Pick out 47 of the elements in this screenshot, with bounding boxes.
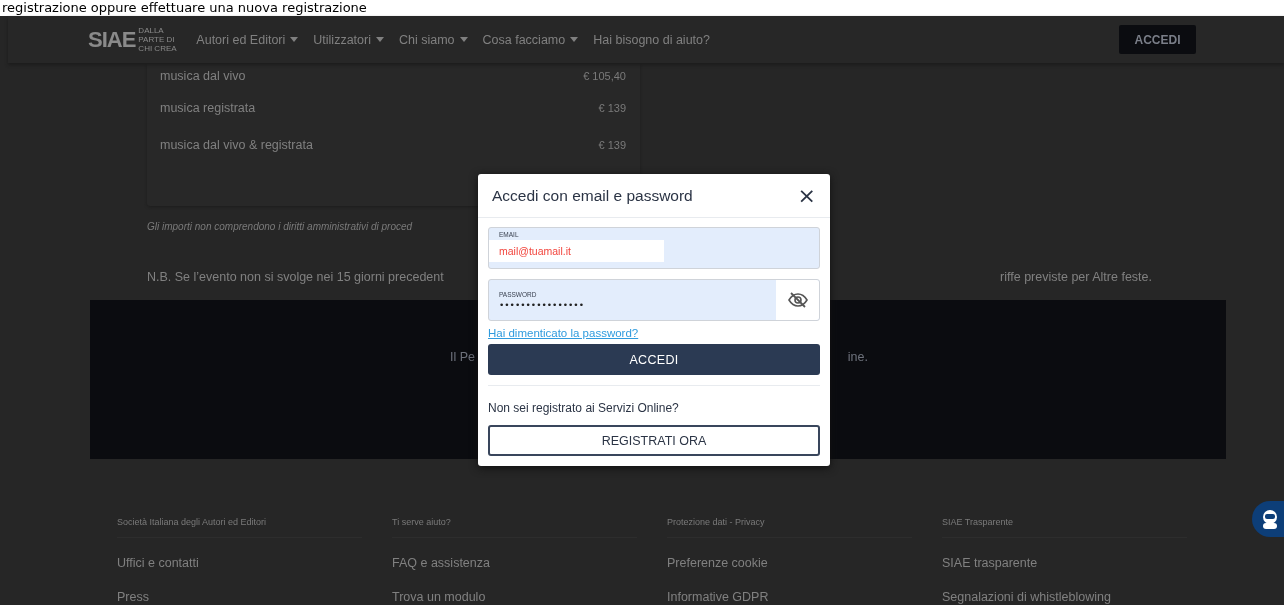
eye-slash-icon: [787, 292, 808, 308]
footer-link[interactable]: Uffici e contatti: [117, 556, 362, 570]
banner-text: Il Pe: [450, 350, 475, 364]
nav-link[interactable]: Hai bisogno di aiuto?: [593, 32, 710, 47]
nav-link[interactable]: Chi siamo: [398, 32, 468, 47]
footer-heading: Ti serve aiuto?: [392, 517, 637, 538]
close-button[interactable]: ×: [797, 184, 816, 207]
footer-link[interactable]: Informative GDPR: [667, 590, 912, 604]
robot-icon[interactable]: [1252, 501, 1284, 537]
caret-icon: [375, 37, 384, 42]
caret-icon: [459, 37, 468, 42]
nav-link[interactable]: Autori ed Editori: [196, 32, 299, 47]
caret-icon: [570, 37, 579, 42]
logo-text: SIAE: [88, 28, 136, 51]
footer-link[interactable]: FAQ e assistenza: [392, 556, 637, 570]
footer-link[interactable]: Preferenze cookie: [667, 556, 912, 570]
tariff-price: € 139: [598, 138, 626, 151]
login-button[interactable]: ACCEDI: [1119, 25, 1196, 54]
nav-link[interactable]: Utilizzatori: [313, 32, 384, 47]
footer-link[interactable]: SIAE trasparente: [942, 556, 1187, 570]
nav-link[interactable]: Cosa facciamo: [482, 32, 579, 47]
tariff-price: € 105,40: [583, 70, 626, 82]
caret-icon: [290, 37, 299, 42]
tariff-label: musica registrata: [160, 100, 256, 115]
dialog-title: Accedi con email e password: [492, 186, 693, 205]
logo-tagline: DALLA PARTE DI CHI CREA: [138, 26, 178, 53]
password-value: ••••••••••••••••: [498, 300, 585, 312]
footer-link[interactable]: Press: [117, 590, 362, 604]
email-value: mail@tuamail.it: [489, 240, 664, 262]
forgot-password-link[interactable]: Hai dimenticato la password?: [488, 327, 639, 339]
tariff-price: € 139: [598, 101, 626, 114]
visibility-toggle[interactable]: [776, 280, 819, 320]
login-button[interactable]: ACCEDI: [488, 344, 820, 375]
footer-link[interactable]: Trova un modulo: [392, 590, 637, 604]
footer-heading: SIAE Trasparente: [942, 517, 1187, 538]
footer-heading: Società Italiana degli Autori ed Editori: [117, 517, 362, 538]
tariff-label: musica dal vivo: [160, 69, 246, 83]
notice-text: riffe previste per Altre feste.: [1000, 269, 1152, 285]
notice-text: N.B. Se l’evento non si svolge nei 15 giorni precedent: [147, 269, 444, 285]
caption-text: registrazione oppure effettuare una nuova registrazione: [0, 0, 1284, 16]
note-text: Gli importi non comprendono i diritti amministrativi di proced: [147, 220, 414, 234]
banner-text: ine.: [847, 350, 868, 364]
footer-link[interactable]: Segnalazioni di whistleblowing: [942, 590, 1187, 604]
tariff-label: musica dal vivo & registrata: [160, 137, 313, 152]
register-prompt: Non sei registrato ai Servizi Online?: [488, 401, 680, 415]
footer-heading: Protezione dati - Privacy: [667, 517, 912, 538]
register-button[interactable]: REGISTRATI ORA: [488, 425, 820, 456]
